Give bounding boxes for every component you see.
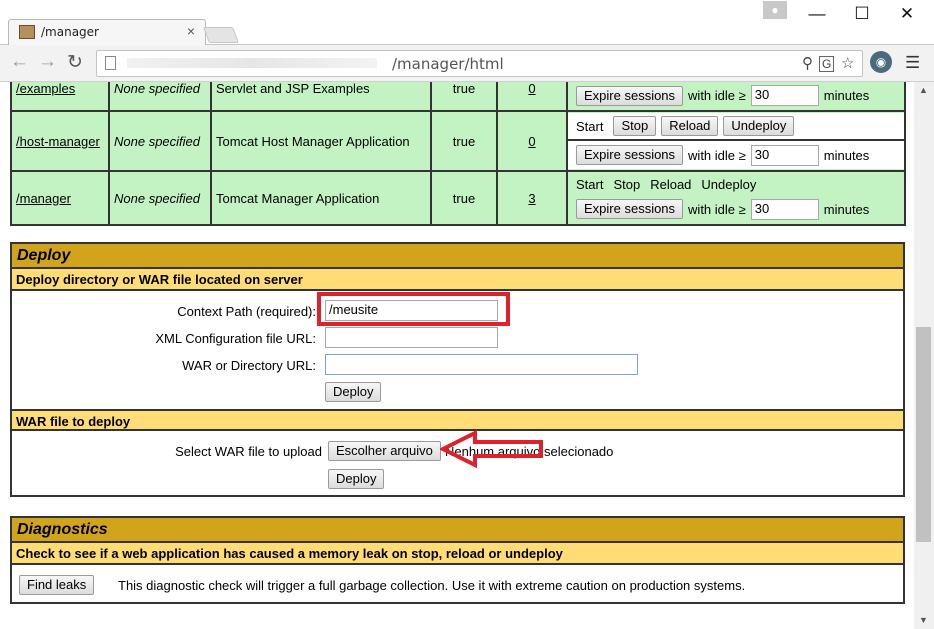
extension-eye-icon[interactable]: ◉ xyxy=(870,51,892,73)
profile-icon[interactable]: ● xyxy=(763,1,787,19)
chrome-menu-icon[interactable]: ☰ xyxy=(905,53,920,73)
forward-arrow-icon[interactable]: → xyxy=(38,51,57,73)
app-sessions-link[interactable]: 3 xyxy=(528,191,535,206)
idle-input[interactable]: 30 xyxy=(750,144,819,166)
table-row: /host-manager None specified Tomcat Host… xyxy=(10,110,906,172)
undeploy-button[interactable]: Undeploy xyxy=(723,116,795,136)
war-upload-subtitle: WAR file to deploy xyxy=(12,409,903,431)
command-row: Start Stop Reload Undeploy xyxy=(568,173,904,195)
url-text: /manager/html xyxy=(392,55,504,73)
war-dir-input[interactable] xyxy=(325,354,638,375)
deploy-server-subtitle: Deploy directory or WAR file located on … xyxy=(12,269,903,291)
app-running: true xyxy=(430,82,498,112)
new-tab-button[interactable] xyxy=(203,27,239,43)
choose-file-button[interactable]: Escolher arquivo xyxy=(328,441,441,461)
minimize-button[interactable]: — xyxy=(802,4,832,24)
find-leaks-button[interactable]: Find leaks xyxy=(19,575,95,595)
scroll-down-icon[interactable]: ▼ xyxy=(919,615,928,625)
app-version: None specified xyxy=(108,82,212,112)
minutes-label: minutes xyxy=(823,88,870,103)
idle-input[interactable]: 30 xyxy=(750,85,819,106)
app-running: true xyxy=(430,170,498,226)
diagnostics-section: Diagnostics Check to see if a web applic… xyxy=(10,516,905,604)
diagnostics-subtitle: Check to see if a web application has ca… xyxy=(12,543,903,565)
applications-table: /examples None specified Servlet and JSP… xyxy=(10,82,906,226)
key-icon[interactable]: ⚲ xyxy=(802,54,813,72)
app-display-name: Tomcat Host Manager Application xyxy=(210,110,432,172)
start-label: Start xyxy=(576,118,604,134)
table-row: /manager None specified Tomcat Manager A… xyxy=(10,170,906,226)
expire-sessions-button[interactable]: Expire sessions xyxy=(576,145,684,165)
war-dir-label: WAR or Directory URL: xyxy=(182,358,316,373)
app-sessions-link[interactable]: 0 xyxy=(528,82,535,96)
minutes-label: minutes xyxy=(823,147,870,163)
browser-tab[interactable]: /manager × xyxy=(8,19,206,45)
page-icon xyxy=(105,56,116,70)
reload-icon[interactable]: ↻ xyxy=(67,51,83,74)
undeploy-label: Undeploy xyxy=(701,176,757,192)
diagnostics-description: This diagnostic check will trigger a ful… xyxy=(118,578,746,593)
app-display-name: Tomcat Manager Application xyxy=(210,170,432,226)
browser-toolbar: ← → ↻ /manager/html ⚲ G ☆ ◉ ☰ xyxy=(0,45,934,82)
vertical-scrollbar[interactable]: ▲ ▼ xyxy=(914,82,934,629)
with-idle-label: with idle ≥ xyxy=(688,201,746,217)
blurred-host xyxy=(127,58,377,68)
app-path-link[interactable]: /examples xyxy=(16,82,75,96)
expire-row: Expire sessions with idle ≥ 30 minutes xyxy=(568,82,904,110)
expire-row: Expire sessions with idle ≥ 30 minutes xyxy=(568,141,904,169)
scrollbar-thumb[interactable] xyxy=(916,327,931,542)
annotation-highlight-box xyxy=(317,292,510,326)
app-display-name: Servlet and JSP Examples xyxy=(210,82,432,112)
idle-input[interactable]: 30 xyxy=(750,198,819,220)
browser-window: /manager × ● — ☐ ✕ ← → ↻ /manager/html ⚲… xyxy=(0,0,934,629)
app-sessions-link[interactable]: 0 xyxy=(528,134,535,149)
app-running: true xyxy=(430,110,498,172)
translate-icon[interactable]: G xyxy=(819,56,835,72)
maximize-button[interactable]: ☐ xyxy=(847,4,877,24)
app-version: None specified xyxy=(108,170,212,226)
with-idle-label: with idle ≥ xyxy=(688,147,746,163)
reload-button[interactable]: Reload xyxy=(661,116,719,136)
scroll-up-icon[interactable]: ▲ xyxy=(919,85,928,95)
expire-sessions-button[interactable]: Expire sessions xyxy=(576,85,684,106)
address-bar[interactable]: /manager/html ⚲ G ☆ xyxy=(96,50,863,77)
expire-row: Expire sessions with idle ≥ 30 minutes xyxy=(568,195,904,223)
deploy-dir-button[interactable]: Deploy xyxy=(325,382,382,402)
title-bar: /manager × ● — ☐ ✕ xyxy=(0,0,934,45)
reload-label: Reload xyxy=(650,176,692,192)
deploy-title: Deploy xyxy=(12,244,903,269)
tab-title: /manager xyxy=(41,25,99,39)
page-viewport: /examples None specified Servlet and JSP… xyxy=(0,82,914,629)
table-row: /examples None specified Servlet and JSP… xyxy=(10,82,906,112)
app-path-link[interactable]: /manager xyxy=(16,191,71,206)
start-label: Start xyxy=(576,176,604,192)
close-window-button[interactable]: ✕ xyxy=(892,4,922,24)
select-war-label: Select WAR file to upload xyxy=(175,444,322,459)
context-path-label: Context Path (required): xyxy=(177,304,316,319)
stop-button[interactable]: Stop xyxy=(613,116,657,136)
stop-label: Stop xyxy=(613,176,641,192)
app-path-link[interactable]: /host-manager xyxy=(16,134,100,149)
diagnostics-title: Diagnostics xyxy=(12,518,903,543)
xml-config-label: XML Configuration file URL: xyxy=(155,331,316,346)
bookmark-star-icon[interactable]: ☆ xyxy=(841,54,854,72)
with-idle-label: with idle ≥ xyxy=(688,88,746,103)
command-row: Start Stop Reload Undeploy xyxy=(568,113,904,141)
minutes-label: minutes xyxy=(823,201,870,217)
tab-close-icon[interactable]: × xyxy=(187,23,195,39)
back-arrow-icon[interactable]: ← xyxy=(10,51,29,73)
app-version: None specified xyxy=(108,110,212,172)
annotation-arrow-icon xyxy=(440,429,543,469)
tomcat-favicon-icon xyxy=(19,25,35,39)
upload-deploy-button[interactable]: Deploy xyxy=(328,469,385,489)
expire-sessions-button[interactable]: Expire sessions xyxy=(576,199,684,219)
xml-config-input[interactable] xyxy=(325,327,498,348)
